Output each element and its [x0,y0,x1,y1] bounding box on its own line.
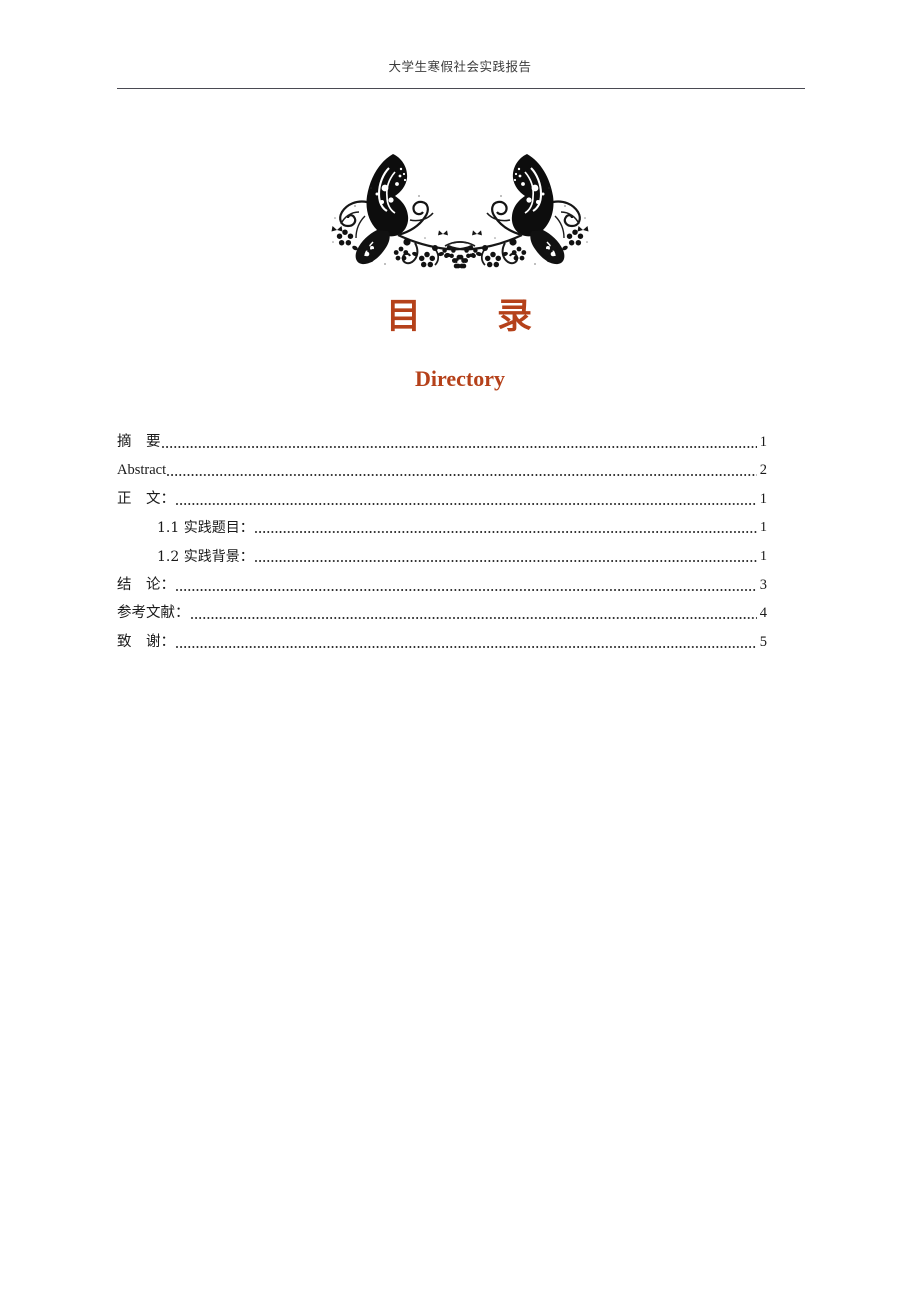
toc-entry-page: 3 [759,576,767,593]
page-subtitle: Directory [415,366,505,391]
toc-entry[interactable]: 1.1 实践题目： 1 [117,509,767,538]
toc-entry-label: 摘 要 [117,433,161,450]
toc-entry-label: 1.2 实践背景： [157,548,254,565]
toc-leader-dots [167,465,757,479]
running-header-title: 大学生寒假社会实践报告 [388,59,532,74]
toc-entry-label: 结 论： [117,576,175,593]
page-title: 目 录 [385,296,534,337]
toc-entry-page: 1 [759,433,767,450]
toc-entry-page: 1 [760,520,767,536]
toc-entry-label: Abstract [117,462,167,479]
toc-leader-dots [161,437,758,451]
header-rule [117,88,805,89]
table-of-contents: 摘 要 1 Abstract 2 正 文： 1 1.1 实践题目： 1 1.2 … [117,423,767,652]
toc-entry-page: 1 [759,490,767,507]
toc-entry[interactable]: 参考文献： 4 [117,595,767,624]
toc-entry-label: 1.1 实践题目： [157,520,254,537]
toc-entry-label: 正 文： [117,490,175,507]
toc-leader-dots [254,551,757,565]
page-header: 大学生寒假社会实践报告 [0,58,920,76]
toc-entry[interactable]: 结 论： 3 [117,566,767,595]
toc-leader-dots [176,580,757,594]
toc-leader-dots [176,494,757,508]
toc-entry[interactable]: 致 谢： 5 [117,623,767,652]
toc-entry-label: 参考文献： [117,605,190,622]
toc-entry-page: 5 [759,633,767,650]
toc-entry-page: 2 [759,462,767,479]
toc-entry[interactable]: Abstract 2 [117,452,767,481]
toc-entry[interactable]: 正 文： 1 [117,480,767,509]
toc-entry[interactable]: 1.2 实践背景： 1 [117,537,767,566]
toc-entry-page: 1 [760,548,767,564]
butterfly-floral-ornament [0,142,920,272]
toc-leader-dots [254,522,757,536]
toc-leader-dots [190,608,758,622]
toc-entry-label: 致 谢： [117,633,175,650]
toc-leader-dots [176,637,757,651]
toc-entry-page: 4 [759,605,767,622]
toc-entry[interactable]: 摘 要 1 [117,423,767,452]
